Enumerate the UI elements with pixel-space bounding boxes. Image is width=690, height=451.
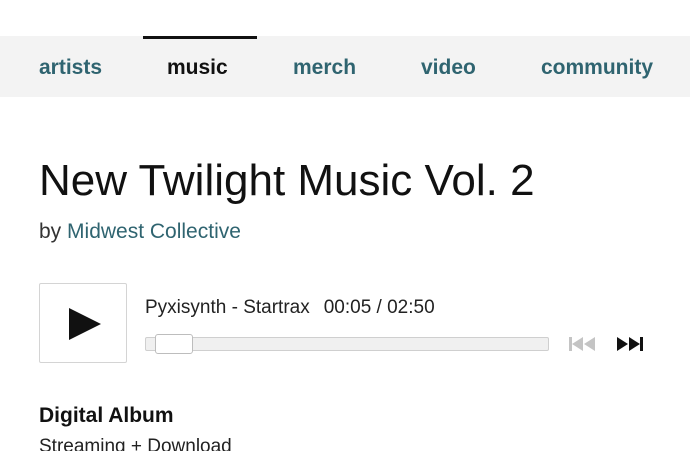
progress-bar[interactable] [145, 334, 549, 354]
next-track-button[interactable] [615, 334, 647, 354]
tab-video-label: video [421, 56, 476, 79]
album-title: New Twilight Music Vol. 2 [39, 156, 535, 205]
play-button[interactable] [39, 283, 127, 363]
tab-music[interactable]: music [143, 36, 257, 97]
tab-community-label: community [541, 56, 654, 79]
next-track-icon [617, 337, 643, 351]
tab-artists[interactable]: artists [39, 36, 129, 97]
album-format-title: Digital Album [39, 404, 174, 427]
artist-byline: by Midwest Collective [39, 221, 241, 242]
tab-merch[interactable]: merch [293, 36, 383, 97]
tab-merch-label: merch [293, 56, 357, 79]
tab-video[interactable]: video [421, 36, 501, 97]
play-icon [69, 308, 101, 340]
progress-thumb[interactable] [155, 334, 193, 354]
previous-track-button[interactable] [567, 334, 599, 354]
track-title: Pyxisynth - Startrax [145, 297, 310, 318]
page: artists music merch video community New … [0, 0, 690, 451]
tab-community[interactable]: community [541, 36, 681, 97]
tab-artists-label: artists [39, 56, 103, 79]
artist-link[interactable]: Midwest Collective [67, 220, 241, 243]
top-navigation: artists music merch video community [0, 36, 690, 97]
album-format-subtitle: Streaming + Download [39, 436, 232, 451]
previous-track-icon [569, 337, 595, 351]
track-info: Pyxisynth - Startrax 00:05 / 02:50 [145, 298, 435, 317]
tab-music-label: music [167, 56, 228, 79]
byline-prefix: by [39, 220, 62, 243]
track-time: 00:05 / 02:50 [323, 297, 435, 318]
